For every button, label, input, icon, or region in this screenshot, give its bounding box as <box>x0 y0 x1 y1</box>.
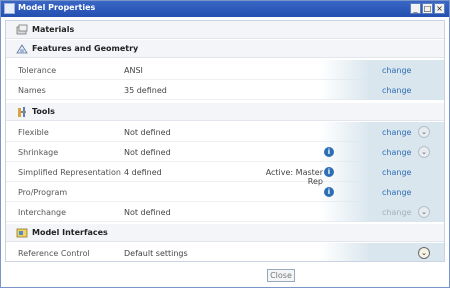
property-row-reference-control: Reference Control Default settings ⌄ <box>6 243 444 261</box>
property-row-interchange: Interchange Not defined change ⌄ <box>6 202 444 222</box>
expand-shrinkage-icon[interactable]: ⌄ <box>418 146 430 158</box>
property-value: Not defined <box>124 148 171 157</box>
title-bar[interactable]: Model Properties _ □ × <box>1 1 449 17</box>
property-name: Tolerance <box>18 66 57 75</box>
property-name: Simplified Representation <box>18 168 121 177</box>
close-window-button[interactable]: × <box>434 3 445 14</box>
properties-panel: Materials Features and Geometry Toleranc… <box>5 20 445 262</box>
section-materials[interactable]: Materials <box>6 21 444 39</box>
section-label: Materials <box>32 25 75 34</box>
section-label: Features and Geometry <box>32 44 139 53</box>
change-tolerance-link[interactable]: change <box>382 66 411 75</box>
property-name: Interchange <box>18 208 67 217</box>
property-row-pro-program: Pro/Program i change <box>6 182 444 202</box>
info-icon[interactable]: i <box>324 147 334 157</box>
property-name: Flexible <box>18 128 49 137</box>
expand-reference-control-icon[interactable]: ⌄ <box>418 247 430 259</box>
dialog-footer: Close <box>1 263 449 287</box>
tools-icon <box>16 106 28 118</box>
section-label: Model Interfaces <box>32 228 108 237</box>
change-interchange-link: change <box>382 208 412 217</box>
model-properties-window: Model Properties _ □ × Materials Feature… <box>0 0 450 288</box>
window-title: Model Properties <box>18 3 96 12</box>
info-icon[interactable]: i <box>324 187 334 197</box>
property-row-shrinkage: Shrinkage Not defined i change ⌄ <box>6 142 444 162</box>
change-names-link[interactable]: change <box>382 86 411 95</box>
section-model-interfaces[interactable]: Model Interfaces <box>6 224 444 242</box>
property-row-flexible: Flexible Not defined change ⌄ <box>6 122 444 142</box>
expand-flexible-icon[interactable]: ⌄ <box>418 126 430 138</box>
section-features-geometry[interactable]: Features and Geometry <box>6 40 444 58</box>
change-pro-program-link[interactable]: change <box>382 188 411 197</box>
property-name: Pro/Program <box>18 188 68 197</box>
change-flexible-link[interactable]: change <box>382 128 411 137</box>
materials-icon <box>16 24 28 36</box>
app-icon <box>4 3 15 14</box>
change-simplified-rep-link[interactable]: change <box>382 168 411 177</box>
features-geometry-icon <box>16 43 28 55</box>
property-value: Default settings <box>124 249 188 258</box>
property-row-tolerance: Tolerance ANSI change <box>6 60 444 80</box>
model-interfaces-icon <box>16 227 28 239</box>
maximize-button[interactable]: □ <box>422 3 433 14</box>
close-button[interactable]: Close <box>267 269 295 282</box>
property-value: ANSI <box>124 66 143 75</box>
section-tools[interactable]: Tools <box>6 103 444 121</box>
change-shrinkage-link[interactable]: change <box>382 148 411 157</box>
expand-interchange-icon[interactable]: ⌄ <box>418 206 430 218</box>
property-name: Names <box>18 86 46 95</box>
property-value: 4 defined <box>124 168 162 177</box>
property-value: Not defined <box>124 128 171 137</box>
property-value: 35 defined <box>124 86 167 95</box>
property-row-simplified-rep: Simplified Representation 4 defined Acti… <box>6 162 444 186</box>
section-label: Tools <box>32 107 55 116</box>
property-name: Shrinkage <box>18 148 59 157</box>
property-value: Not defined <box>124 208 171 217</box>
property-row-names: Names 35 defined change <box>6 80 444 100</box>
property-name: Reference Control <box>18 249 90 258</box>
minimize-button[interactable]: _ <box>410 3 421 14</box>
info-icon[interactable]: i <box>324 167 334 177</box>
